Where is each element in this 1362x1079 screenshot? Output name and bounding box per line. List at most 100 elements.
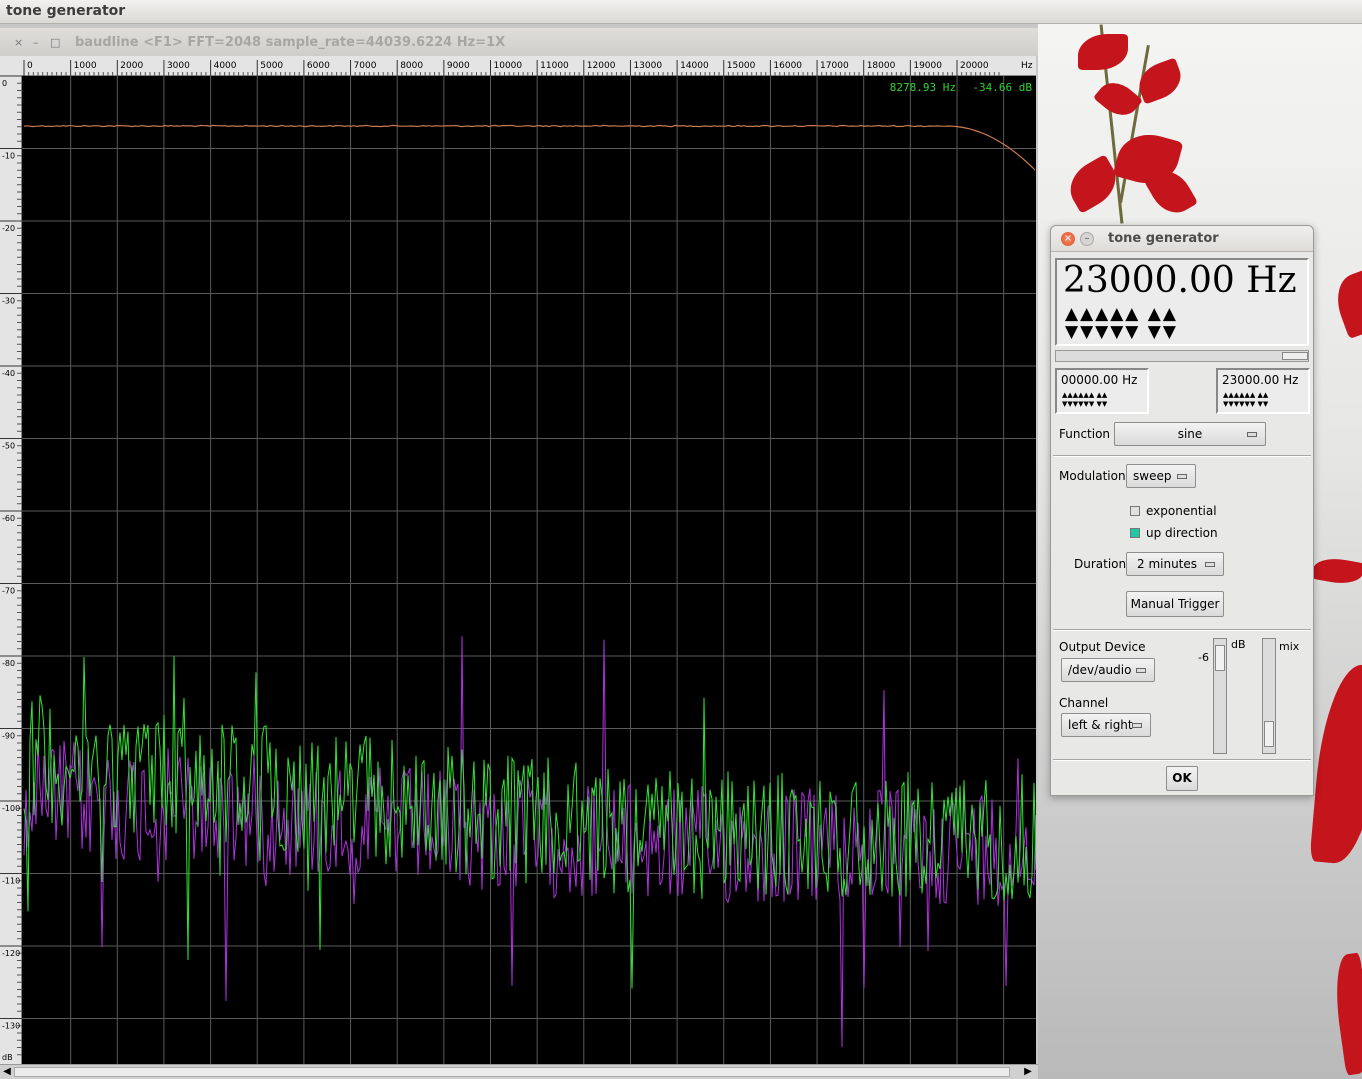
channel-value: left & right — [1068, 718, 1133, 732]
frequency-slider[interactable] — [1055, 350, 1309, 362]
top-window-title: tone generator — [0, 0, 1362, 24]
baudline-window: × – □ baudline <F1> FFT=2048 sample_rate… — [0, 24, 1038, 1079]
x-tick-label: 8000 — [400, 61, 423, 71]
mix-slider-thumb[interactable] — [1264, 721, 1274, 747]
close-icon[interactable]: × — [14, 36, 23, 49]
x-tick-label: 13000 — [633, 61, 662, 71]
x-tick-label: 14000 — [680, 61, 709, 71]
scroll-right-icon[interactable]: ▶ — [1022, 1066, 1034, 1078]
db-value: -6 — [1198, 651, 1209, 664]
x-tick-label: 3000 — [167, 61, 190, 71]
y-tick-label: -100 — [2, 804, 20, 813]
x-tick-label: 11000 — [540, 61, 569, 71]
channel-dropdown[interactable]: left & right — [1061, 713, 1151, 737]
separator — [1053, 455, 1311, 457]
start-frequency-display: 00000.00 Hz ▲▲▲▲▲▲ ▲▲ ▼▼▼▼▼▼ ▼▼ — [1055, 368, 1149, 414]
db-ruler[interactable]: 0 -10 -20 -30 -40 -50 -60 -70 -80 -90 -100 -110 -120… — [0, 76, 22, 1064]
separator — [1053, 759, 1311, 761]
modulation-dropdown[interactable]: sweep — [1126, 464, 1196, 488]
x-tick-label: 12000 — [587, 61, 616, 71]
x-tick-label: 10000 — [494, 61, 523, 71]
y-tick-label: -50 — [2, 442, 15, 451]
close-icon[interactable]: × — [1061, 232, 1075, 246]
x-tick-label: 6000 — [307, 61, 330, 71]
x-tick-label: 15000 — [727, 61, 756, 71]
end-frequency-down-arrows[interactable]: ▼▼▼▼▼▼ ▼▼ — [1223, 401, 1268, 408]
y-tick-label: -80 — [2, 659, 15, 668]
y-tick-label: -110 — [2, 877, 20, 886]
x-tick-label: 17000 — [820, 61, 849, 71]
separator — [1053, 629, 1311, 631]
duration-value: 2 minutes — [1137, 557, 1198, 571]
frequency-ruler[interactable]: 0 1000 2000 3000 4000 5000 6000 7000 8000 9000 100… — [22, 56, 1036, 76]
y-tick-label: -70 — [2, 587, 15, 596]
y-tick-label: -90 — [2, 732, 15, 741]
scroll-left-icon[interactable]: ◀ — [1, 1066, 13, 1078]
tone-generator-titlebar[interactable]: × – tone generator — [1051, 226, 1313, 252]
minimize-icon[interactable]: – — [1080, 232, 1094, 246]
channel-label: Channel — [1059, 696, 1109, 710]
y-tick-label: -10 — [2, 152, 15, 161]
x-tick-label: 0 — [27, 61, 33, 71]
exponential-checkbox[interactable] — [1130, 506, 1140, 516]
volume-slider-thumb[interactable] — [1215, 645, 1225, 671]
frequency-display: 23000.00 Hz ▲▲▲▲▲ ▲▲ ▼▼▼▼▼ ▼▼ — [1055, 258, 1309, 346]
manual-trigger-button[interactable]: Manual Trigger — [1126, 591, 1224, 617]
modulation-label: Modulation — [1059, 469, 1126, 483]
y-tick-label: -40 — [2, 369, 15, 378]
output-device-dropdown[interactable]: /dev/audio — [1061, 658, 1155, 682]
y-tick-label: -20 — [2, 224, 15, 233]
minimize-icon[interactable]: – — [33, 36, 39, 49]
x-tick-label: 9000 — [447, 61, 470, 71]
dropdown-icon — [1205, 562, 1215, 567]
function-dropdown[interactable]: sine — [1114, 422, 1266, 446]
modulation-value: sweep — [1133, 469, 1172, 483]
start-frequency-down-arrows[interactable]: ▼▼▼▼▼▼ ▼▼ — [1062, 401, 1107, 408]
db-label: dB — [1231, 638, 1246, 651]
end-frequency-up-arrows[interactable]: ▲▲▲▲▲▲ ▲▲ — [1223, 392, 1268, 399]
exponential-label: exponential — [1146, 504, 1217, 518]
x-tick-label: 1000 — [74, 61, 97, 71]
end-frequency-value: 23000.00 Hz — [1222, 373, 1299, 387]
function-value: sine — [1177, 427, 1203, 441]
up-direction-checkbox[interactable] — [1130, 528, 1140, 538]
volume-slider[interactable] — [1213, 638, 1227, 754]
y-tick-label: -120 — [2, 949, 20, 958]
output-device-value: /dev/audio — [1068, 663, 1132, 677]
response-trace — [23, 124, 1036, 171]
maximize-icon[interactable]: □ — [50, 36, 60, 49]
spectrum-plot[interactable]: 8278.93 Hz -34.66 dB — [22, 76, 1036, 1064]
duration-dropdown[interactable]: 2 minutes — [1126, 552, 1224, 576]
scroll-track[interactable] — [14, 1067, 1010, 1077]
ruler-corner — [0, 56, 22, 76]
x-tick-label: 18000 — [867, 61, 896, 71]
x-tick-label: 4000 — [214, 61, 237, 71]
mix-slider[interactable] — [1262, 638, 1276, 754]
frequency-down-arrows[interactable]: ▼▼▼▼▼ ▼▼ — [1065, 324, 1178, 341]
frequency-slider-thumb[interactable] — [1282, 352, 1308, 360]
x-tick-label: Hz — [1021, 61, 1033, 71]
x-tick-label: 19000 — [913, 61, 942, 71]
horizontal-scrollbar[interactable]: ◀ ▶ — [0, 1064, 1038, 1079]
start-frequency-up-arrows[interactable]: ▲▲▲▲▲▲ ▲▲ — [1062, 392, 1107, 399]
cursor-frequency-readout: 8278.93 Hz — [889, 81, 956, 94]
frequency-up-arrows[interactable]: ▲▲▲▲▲ ▲▲ — [1065, 306, 1178, 323]
y-tick-label: -130 — [2, 1022, 20, 1031]
dropdown-icon — [1132, 723, 1142, 728]
y-tick-label: -30 — [2, 297, 15, 306]
dropdown-icon — [1247, 432, 1257, 437]
mix-label: mix — [1279, 640, 1300, 653]
up-direction-label: up direction — [1146, 526, 1218, 540]
x-tick-label: 16000 — [773, 61, 802, 71]
frequency-value: 23000.00 Hz — [1063, 260, 1297, 301]
output-device-label: Output Device — [1059, 640, 1146, 654]
ok-button[interactable]: OK — [1166, 766, 1198, 791]
baudline-titlebar[interactable]: × – □ baudline <F1> FFT=2048 sample_rate… — [0, 28, 1038, 56]
tone-generator-dialog: × – tone generator 23000.00 Hz ▲▲▲▲▲ ▲▲ … — [1050, 225, 1314, 796]
function-label: Function — [1059, 427, 1111, 441]
dialog-title: tone generator — [1108, 231, 1219, 246]
y-tick-label: dB — [2, 1053, 13, 1062]
y-tick-label: 0 — [2, 79, 7, 88]
baudline-title: baudline <F1> FFT=2048 sample_rate=44039… — [75, 35, 506, 50]
end-frequency-display: 23000.00 Hz ▲▲▲▲▲▲ ▲▲ ▼▼▼▼▼▼ ▼▼ — [1216, 368, 1310, 414]
